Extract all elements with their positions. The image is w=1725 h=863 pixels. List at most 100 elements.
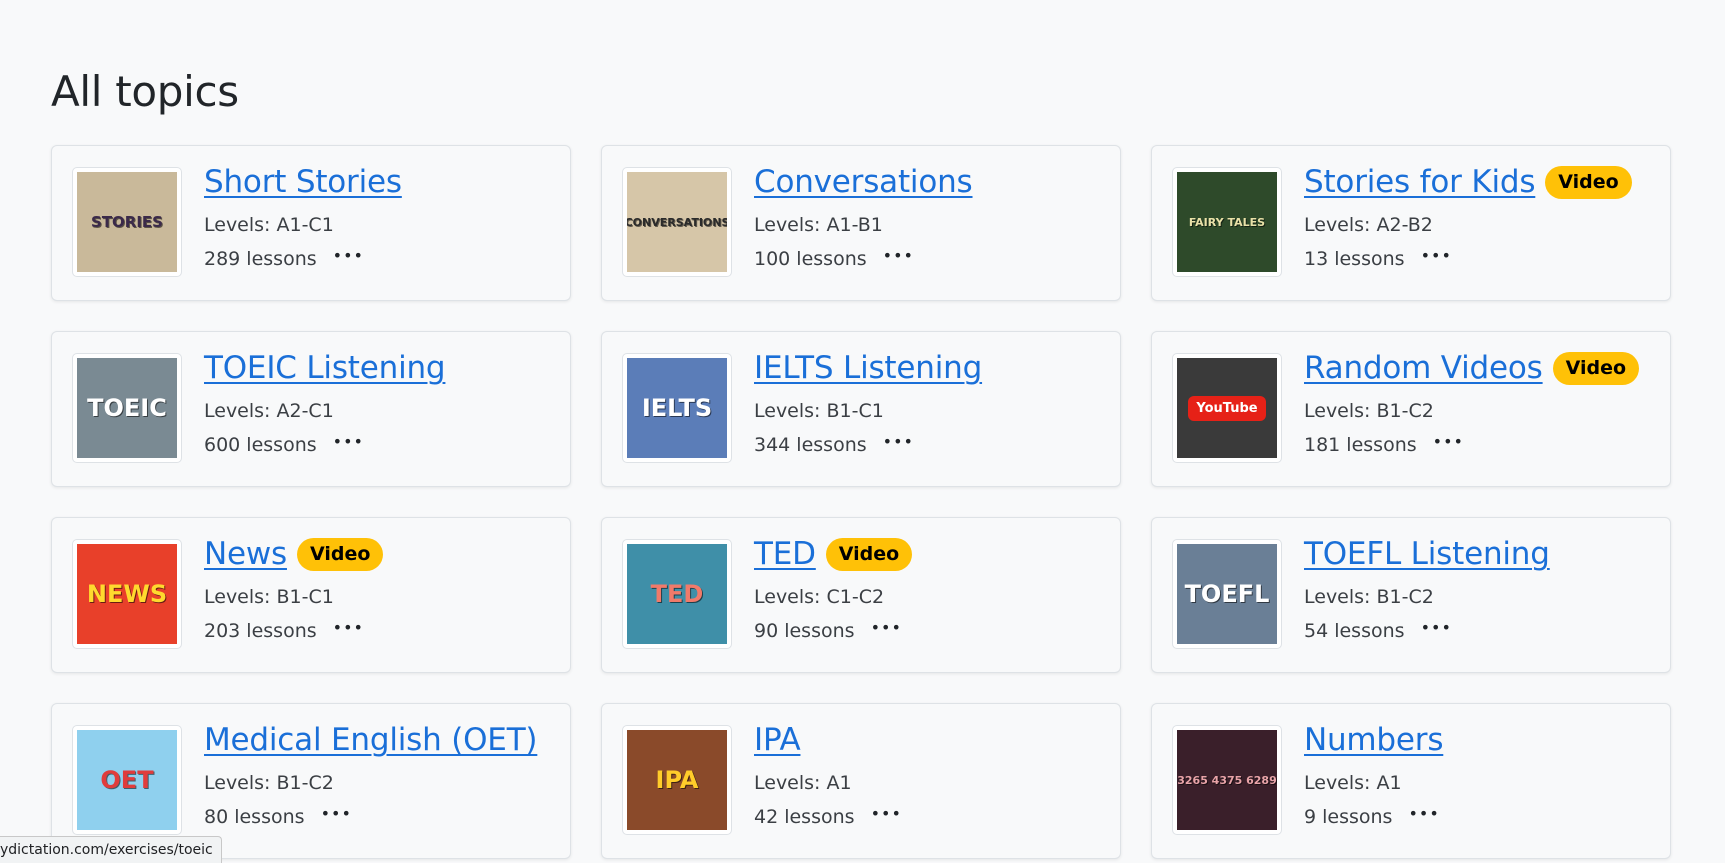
topic-card[interactable]: IPA IPA Levels: A1 42 lessons •••	[601, 703, 1121, 859]
topic-title-link[interactable]: TED	[754, 536, 816, 572]
page-title: All topics	[51, 67, 239, 116]
thumbnail-logo-text: NEWS	[86, 580, 168, 608]
topic-title-row: Medical English (OET)	[204, 720, 560, 760]
topic-count-row: 181 lessons •••	[1304, 432, 1660, 458]
topic-levels: Levels: A2-B2	[1304, 214, 1433, 236]
topic-title-row: IPA	[754, 720, 1110, 760]
video-badge: Video	[825, 537, 913, 571]
topic-lesson-count: 100 lessons	[754, 248, 867, 270]
topic-card-body: Short Stories Levels: A1-C1 289 lessons …	[204, 162, 560, 272]
topic-thumbnail[interactable]: YouTube	[1172, 353, 1282, 463]
topic-card[interactable]: IELTS IELTS Listening Levels: B1-C1 344 …	[601, 331, 1121, 487]
topic-lesson-count: 80 lessons	[204, 806, 305, 828]
thumbnail-logo-text: 3265 4375 6289	[1177, 773, 1277, 787]
topic-card[interactable]: 3265 4375 6289 Numbers Levels: A1 9 less…	[1151, 703, 1671, 859]
topic-count-row: 600 lessons •••	[204, 432, 560, 458]
topic-thumbnail[interactable]: FAIRY TALES	[1172, 167, 1282, 277]
topic-thumbnail-art: TOEIC	[77, 358, 177, 458]
topic-card-body: News Video Levels: B1-C1 203 lessons •••	[204, 534, 560, 644]
video-badge: Video	[1552, 351, 1640, 385]
topic-thumbnail-art: 3265 4375 6289	[1177, 730, 1277, 830]
topic-lesson-count: 344 lessons	[754, 434, 867, 456]
topic-title-link[interactable]: Short Stories	[204, 164, 402, 200]
topic-thumbnail-art: CONVERSATIONS	[627, 172, 727, 272]
more-horizontal-icon[interactable]: •••	[883, 248, 914, 264]
topic-title-row: TOEFL Listening	[1304, 534, 1660, 574]
more-horizontal-icon[interactable]: •••	[1421, 248, 1452, 264]
video-badge: Video	[1545, 165, 1632, 199]
topic-card[interactable]: YouTube Random Videos Video Levels: B1-C…	[1151, 331, 1671, 487]
topic-title-row: TED Video	[754, 534, 1110, 574]
topic-title-link[interactable]: Numbers	[1304, 722, 1443, 758]
more-horizontal-icon[interactable]: •••	[883, 434, 914, 450]
topic-title-row: Random Videos Video	[1304, 348, 1660, 388]
topic-levels: Levels: B1-C1	[204, 586, 334, 608]
topic-thumbnail[interactable]: TOEFL	[1172, 539, 1282, 649]
topic-card[interactable]: TED TED Video Levels: C1-C2 90 lessons •…	[601, 517, 1121, 673]
topic-title-row: TOEIC Listening	[204, 348, 560, 388]
more-horizontal-icon[interactable]: •••	[1408, 806, 1439, 822]
topic-levels: Levels: B1-C2	[204, 772, 334, 794]
more-horizontal-icon[interactable]: •••	[333, 434, 364, 450]
thumbnail-logo-text: IPA	[655, 766, 699, 794]
topic-thumbnail[interactable]: IELTS	[622, 353, 732, 463]
topic-card[interactable]: CONVERSATIONS Conversations Levels: A1-B…	[601, 145, 1121, 301]
topic-levels: Levels: A1	[754, 772, 852, 794]
more-horizontal-icon[interactable]: •••	[871, 620, 902, 636]
more-horizontal-icon[interactable]: •••	[321, 806, 352, 822]
topic-card[interactable]: NEWS News Video Levels: B1-C1 203 lesson…	[51, 517, 571, 673]
topic-levels: Levels: A1	[1304, 772, 1402, 794]
more-horizontal-icon[interactable]: •••	[333, 248, 364, 264]
topic-lesson-count: 9 lessons	[1304, 806, 1393, 828]
topic-thumbnail[interactable]: CONVERSATIONS	[622, 167, 732, 277]
topic-title-row: IELTS Listening	[754, 348, 1110, 388]
topic-title-link[interactable]: IELTS Listening	[754, 350, 982, 386]
topic-thumbnail[interactable]: TOEIC	[72, 353, 182, 463]
topic-card-body: IELTS Listening Levels: B1-C1 344 lesson…	[754, 348, 1110, 458]
topic-thumbnail[interactable]: IPA	[622, 725, 732, 835]
topic-count-row: 9 lessons •••	[1304, 804, 1660, 830]
topic-card[interactable]: FAIRY TALES Stories for Kids Video Level…	[1151, 145, 1671, 301]
thumbnail-logo-text: FAIRY TALES	[1188, 215, 1266, 229]
topic-title-link[interactable]: IPA	[754, 722, 801, 758]
topic-lesson-count: 54 lessons	[1304, 620, 1405, 642]
topic-thumbnail[interactable]: OET	[72, 725, 182, 835]
topic-title-link[interactable]: Conversations	[754, 164, 973, 200]
topic-title-link[interactable]: News	[204, 536, 287, 572]
topic-levels: Levels: C1-C2	[754, 586, 885, 608]
topic-title-row: Conversations	[754, 162, 1110, 202]
topic-title-link[interactable]: Stories for Kids	[1304, 164, 1535, 200]
topic-thumbnail[interactable]: 3265 4375 6289	[1172, 725, 1282, 835]
thumbnail-logo-text: STORIES	[91, 212, 163, 231]
topic-count-row: 54 lessons •••	[1304, 618, 1660, 644]
topic-title-link[interactable]: Random Videos	[1304, 350, 1543, 386]
topic-title-link[interactable]: TOEIC Listening	[204, 350, 446, 386]
topic-thumbnail-art: NEWS	[77, 544, 177, 644]
topic-levels: Levels: B1-C2	[1304, 586, 1434, 608]
topic-card[interactable]: TOEFL TOEFL Listening Levels: B1-C2 54 l…	[1151, 517, 1671, 673]
status-bar-url: ydictation.com/exercises/toeic	[0, 836, 222, 863]
topic-thumbnail[interactable]: STORIES	[72, 167, 182, 277]
more-horizontal-icon[interactable]: •••	[1433, 434, 1464, 450]
topic-thumbnail-art: FAIRY TALES	[1177, 172, 1277, 272]
topic-lesson-count: 42 lessons	[754, 806, 855, 828]
topic-thumbnail[interactable]: TED	[622, 539, 732, 649]
topic-thumbnail-art: TED	[627, 544, 727, 644]
topic-levels: Levels: B1-C2	[1304, 400, 1434, 422]
topic-count-row: 13 lessons •••	[1304, 246, 1660, 272]
more-horizontal-icon[interactable]: •••	[1421, 620, 1452, 636]
topic-card[interactable]: STORIES Short Stories Levels: A1-C1 289 …	[51, 145, 571, 301]
more-horizontal-icon[interactable]: •••	[871, 806, 902, 822]
more-horizontal-icon[interactable]: •••	[333, 620, 364, 636]
topic-title-link[interactable]: Medical English (OET)	[204, 722, 538, 758]
video-badge: Video	[296, 537, 384, 571]
topic-count-row: 90 lessons •••	[754, 618, 1110, 644]
topic-count-row: 289 lessons •••	[204, 246, 560, 272]
topic-card-body: Medical English (OET) Levels: B1-C2 80 l…	[204, 720, 560, 830]
topic-title-link[interactable]: TOEFL Listening	[1304, 536, 1550, 572]
topic-thumbnail-art: STORIES	[77, 172, 177, 272]
topic-card-body: Numbers Levels: A1 9 lessons •••	[1304, 720, 1660, 830]
topic-thumbnail[interactable]: NEWS	[72, 539, 182, 649]
topic-card-body: Conversations Levels: A1-B1 100 lessons …	[754, 162, 1110, 272]
topic-card[interactable]: TOEIC TOEIC Listening Levels: A2-C1 600 …	[51, 331, 571, 487]
